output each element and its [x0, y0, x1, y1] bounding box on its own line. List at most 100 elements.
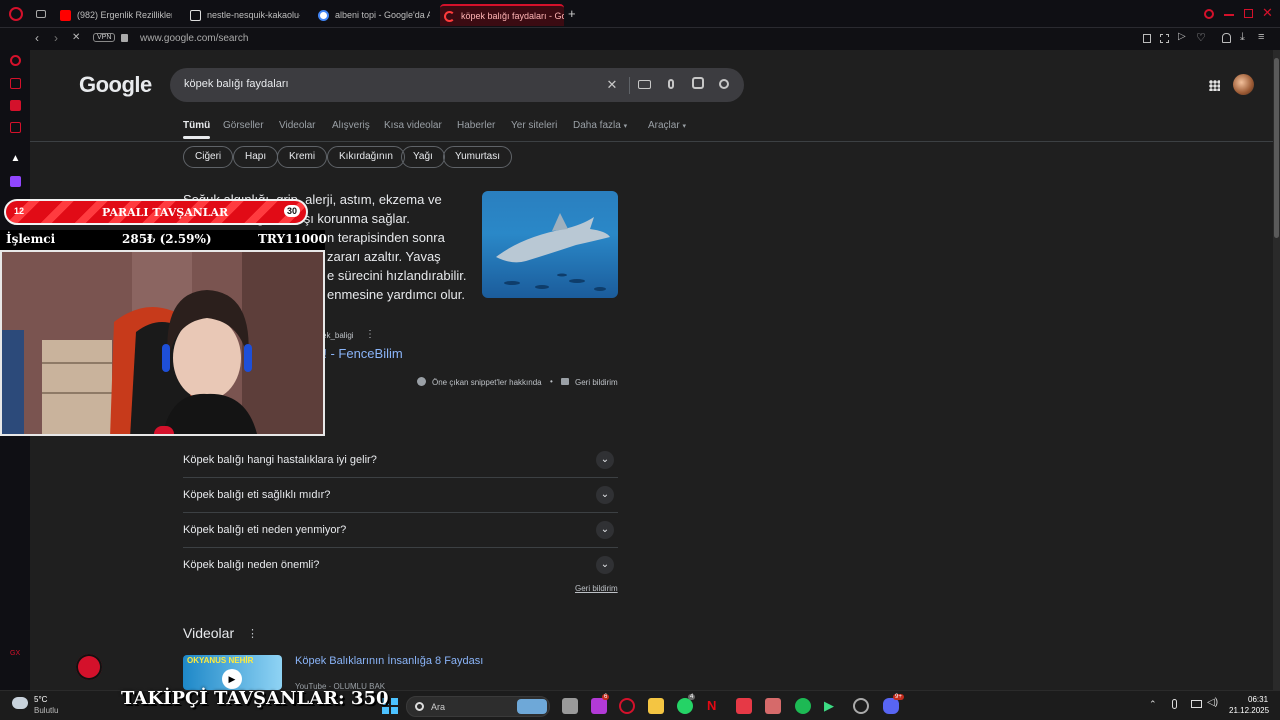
tab-tools[interactable]: Araçlar ▾ — [648, 120, 686, 131]
whatsapp-icon[interactable] — [677, 698, 693, 714]
tab-menu-icon[interactable] — [36, 10, 46, 18]
chevron-down-icon[interactable]: ⌄ — [596, 556, 614, 574]
tab-more[interactable]: Daha fazla ▾ — [573, 120, 627, 131]
back-icon[interactable]: ‹ — [35, 31, 39, 45]
chip-kikirdaginin[interactable]: Kıkırdağının — [327, 146, 405, 168]
tab-places[interactable]: Yer siteleri — [511, 120, 557, 131]
feedback-link-2[interactable]: Geri bildirim — [575, 584, 618, 593]
tab-nestle[interactable]: nestle-nesquik-kakaolu- — [186, 4, 300, 26]
maximize-icon[interactable] — [1244, 9, 1253, 18]
media-icon[interactable]: ▶ — [824, 698, 840, 714]
search-icon[interactable] — [716, 77, 732, 93]
faq-item[interactable]: Köpek balığı hangi hastalıklara iyi geli… — [183, 443, 618, 478]
twitch-icon[interactable] — [10, 176, 21, 187]
scrollbar-thumb[interactable] — [1274, 58, 1279, 238]
weather-desc[interactable]: Bulutlu — [34, 706, 58, 715]
lens-icon[interactable] — [690, 77, 706, 93]
crypto-wallet-icon[interactable] — [10, 78, 21, 89]
volume-icon[interactable]: ◁) — [1207, 697, 1218, 708]
app-icon[interactable]: ▲ — [10, 154, 21, 165]
tab-images[interactable]: Görseller — [223, 120, 264, 131]
chevron-down-icon[interactable]: ⌄ — [596, 521, 614, 539]
url-field[interactable]: www.google.com/search — [140, 33, 248, 44]
source-breadcrumb[interactable]: ek_baligi — [322, 331, 354, 340]
chevron-down-icon[interactable]: ⌄ — [596, 451, 614, 469]
result-title-link[interactable]: n! - FenceBilim — [316, 346, 403, 361]
faq-item[interactable]: Köpek balığı eti sağlıklı mıdır? ⌄ — [183, 478, 618, 513]
feedback-icon[interactable] — [561, 378, 569, 385]
shark-image[interactable] — [482, 191, 618, 298]
network-icon[interactable] — [1191, 700, 1202, 708]
tab-kopek-baligi[interactable]: köpek balığı faydaları - Go — [440, 4, 564, 26]
faq-item[interactable]: Köpek balığı eti neden yenmiyor? ⌄ — [183, 513, 618, 548]
task-view-icon[interactable] — [562, 698, 578, 714]
chip-yumurtasi[interactable]: Yumurtası — [443, 146, 513, 168]
spotify-icon[interactable] — [795, 698, 811, 714]
vpn-badge[interactable]: VPN — [93, 33, 116, 42]
screenshot-icon[interactable] — [1160, 34, 1169, 43]
forward-icon[interactable]: › — [54, 31, 58, 45]
account-icon[interactable] — [1222, 33, 1231, 43]
more-options-icon[interactable]: ⋮ — [247, 627, 258, 640]
minimize-icon[interactable] — [1224, 14, 1234, 16]
aria-icon[interactable] — [10, 55, 21, 66]
app-circle-icon[interactable] — [853, 698, 869, 714]
chip-kremi[interactable]: Kremi — [277, 146, 328, 168]
chip-yagi[interactable]: Yağı — [401, 146, 445, 168]
faq-question: Köpek balığı eti neden yenmiyor? — [183, 524, 347, 536]
tab-albeni[interactable]: albeni topi - Google'da A — [314, 4, 430, 26]
tab-short-videos[interactable]: Kısa videolar — [384, 120, 442, 131]
video-title-link[interactable]: Köpek Balıklarının İnsanlığa 8 Faydası — [295, 655, 483, 667]
feedback-link[interactable]: Geri bildirim — [575, 378, 618, 387]
apps-grid-icon[interactable] — [1209, 80, 1220, 91]
new-tab-icon[interactable]: + — [568, 7, 576, 20]
tab-news[interactable]: Haberler — [457, 120, 495, 131]
clock-date[interactable]: 21.12.2025 — [1229, 706, 1269, 715]
app-red-icon[interactable] — [736, 698, 752, 714]
messenger-icon[interactable] — [10, 100, 21, 111]
clock-time[interactable]: 06:31 — [1248, 695, 1268, 704]
chip-cigeri[interactable]: Ciğeri — [183, 146, 234, 168]
app-badge-icon[interactable] — [591, 698, 607, 714]
stop-loading-icon[interactable]: ✕ — [72, 32, 80, 43]
heart-icon[interactable]: ♡ — [1196, 31, 1206, 44]
profile-avatar[interactable] — [1233, 74, 1254, 95]
close-window-icon[interactable]: ✕ — [1262, 5, 1273, 21]
google-logo[interactable]: Google — [79, 72, 152, 98]
gx-icon[interactable]: GX — [10, 650, 21, 661]
chevron-down-icon[interactable]: ⌄ — [596, 486, 614, 504]
image-app-icon[interactable] — [765, 698, 781, 714]
tab-youtube[interactable]: (982) Ergenlik Rezillikleri — [56, 4, 172, 26]
weather-icon[interactable] — [12, 697, 28, 709]
chevron-up-icon[interactable]: ⌃ — [1149, 699, 1157, 710]
search-query[interactable]: köpek balığı faydaları — [184, 78, 289, 90]
opera-logo-icon[interactable] — [9, 7, 23, 21]
netflix-icon[interactable]: N — [707, 698, 723, 714]
discord-icon[interactable] — [883, 698, 899, 714]
snapshot-icon[interactable] — [1143, 34, 1151, 43]
opera-gx-icon[interactable] — [619, 698, 635, 714]
download-icon[interactable]: ⤓ — [1240, 31, 1245, 44]
scrollbar[interactable] — [1273, 50, 1280, 690]
share-icon[interactable]: ▷ — [1178, 31, 1186, 42]
clear-icon[interactable]: ✕ — [604, 77, 620, 93]
weather-temp[interactable]: 5°C — [34, 695, 47, 704]
video-thumbnail[interactable]: OKYANUS NEHİR ▶ — [183, 655, 282, 690]
microphone-icon[interactable] — [1172, 699, 1177, 709]
tab-all[interactable]: Tümü — [183, 120, 211, 139]
easy-setup-icon[interactable]: ≡ — [1258, 31, 1264, 43]
snippet-about-link[interactable]: Öne çıkan snippet'ler hakkında — [432, 378, 542, 387]
search-box[interactable]: köpek balığı faydaları ✕ — [170, 68, 744, 102]
keyboard-icon[interactable] — [636, 77, 652, 93]
tab-shopping[interactable]: Alışveriş — [332, 120, 370, 131]
tab-videos[interactable]: Videolar — [279, 120, 316, 131]
taskbar-search[interactable]: Ara — [406, 696, 550, 717]
faq-item[interactable]: Köpek balığı neden önemli? ⌄ — [183, 548, 618, 583]
file-explorer-icon[interactable] — [648, 698, 664, 714]
microphone-icon[interactable] — [663, 77, 679, 93]
search-tabs-icon[interactable] — [1204, 9, 1214, 19]
gx-corner-icon[interactable] — [10, 122, 21, 133]
help-icon[interactable] — [417, 377, 426, 386]
chip-hapi[interactable]: Hapı — [233, 146, 279, 168]
more-options-icon[interactable]: ⋮ — [365, 329, 375, 340]
